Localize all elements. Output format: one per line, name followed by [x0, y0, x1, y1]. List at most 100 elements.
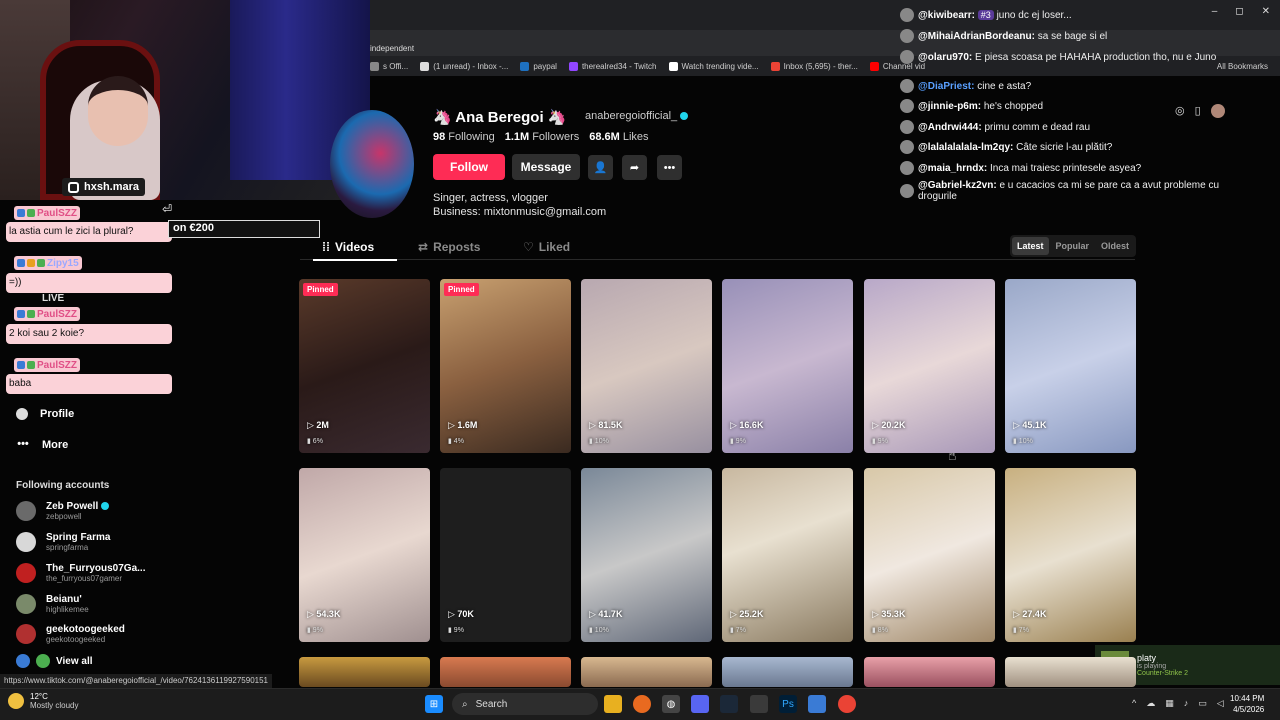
sort-oldest[interactable]: Oldest [1096, 237, 1134, 255]
followers-stat[interactable]: 1.1M Followers [505, 131, 580, 143]
account-handle: springfarma [46, 543, 89, 552]
video-thumbnail[interactable] [722, 657, 853, 687]
add-friend-icon[interactable]: 👤 [588, 155, 613, 180]
view-count: ▷ 70K [448, 609, 474, 619]
view-count: ▷ 45.1K [1013, 420, 1047, 430]
engagement-percent: ▮ 9% [730, 438, 746, 445]
sort-popular[interactable]: Popular [1051, 237, 1095, 255]
file-explorer-icon[interactable] [604, 695, 622, 713]
chat-username: PaulSZZ [14, 206, 81, 220]
chrome-icon[interactable] [838, 695, 856, 713]
video-thumbnail[interactable] [864, 657, 995, 687]
video-thumbnail[interactable] [581, 657, 712, 687]
view-count: ▷ 25.2K [730, 609, 764, 619]
video-thumbnail[interactable] [299, 657, 430, 687]
bookmark-item[interactable]: s Offi... [370, 61, 408, 71]
weather-widget[interactable]: 12°C Mostly cloudy [8, 692, 78, 710]
nav-profile[interactable]: Profile [16, 408, 74, 420]
account-handle: highlikemee [46, 605, 89, 614]
monitor-icon[interactable]: ▭ [1198, 698, 1207, 709]
windows-start-icon[interactable]: ⊞ [425, 695, 443, 713]
chat-avatar [900, 161, 914, 175]
cloud-icon[interactable]: ☁ [1146, 698, 1155, 709]
search-icon: ⌕ [462, 698, 468, 710]
coin-icon[interactable]: ◎ [1175, 104, 1185, 118]
taskbar-search[interactable]: ⌕ Search [452, 693, 598, 715]
profile-username: anaberegoiofficial_ [585, 110, 689, 122]
app-icon[interactable]: ◍ [662, 695, 680, 713]
video-thumbnail[interactable]: ▷ 81.5K ▮ 10% [581, 279, 712, 453]
chat-avatar [900, 99, 914, 113]
following-account[interactable]: Zeb Powell zebpowell [16, 501, 110, 521]
video-thumbnail[interactable]: ▷ 27.4K ▮ 7% [1005, 468, 1136, 642]
avatar [16, 563, 36, 583]
following-stat[interactable]: 98 Following [433, 131, 495, 143]
weather-temp: 12°C [30, 692, 48, 701]
phone-icon[interactable]: ▯ [1195, 104, 1201, 118]
bookmark-item[interactable]: paypal [520, 61, 557, 71]
discord-icon[interactable] [691, 695, 709, 713]
network-icon[interactable]: ▦ [1165, 698, 1174, 709]
instagram-icon [68, 181, 79, 193]
profile-avatar[interactable] [330, 110, 414, 218]
firefox-icon[interactable] [633, 695, 651, 713]
app-icon[interactable] [750, 695, 768, 713]
bookmark-favicon-icon [520, 61, 530, 71]
avatar [16, 594, 36, 614]
grid-icon: ⁞⁞ [322, 240, 330, 254]
steam-user: platy [1137, 653, 1157, 663]
photoshop-icon[interactable]: Ps [779, 695, 797, 713]
tab-reposts[interactable]: ⇄ Reposts [418, 240, 480, 254]
repost-icon: ⇄ [418, 240, 429, 254]
video-thumbnail[interactable]: ▷ 70K ▮ 9% [440, 468, 571, 642]
video-thumbnail[interactable]: ▷ 54.3K ▮ 9% [299, 468, 430, 642]
video-thumbnail[interactable]: ▷ 45.1K ▮ 10% [1005, 279, 1136, 453]
follow-button[interactable]: Follow [433, 154, 505, 180]
system-tray: ^ ☁ ▦ ♪ ▭ ◁ [1132, 698, 1224, 709]
video-thumbnail[interactable] [1005, 657, 1136, 687]
video-thumbnail[interactable]: ▷ 16.6K ▮ 9% [722, 279, 853, 453]
bio-email: Business: mixtonmusic@gmail.com [433, 206, 607, 218]
bookmark-item[interactable]: Watch trending vide... [668, 61, 759, 71]
video-thumbnail[interactable]: ▷ 41.7K ▮ 10% [581, 468, 712, 642]
bookmark-item[interactable]: (1 unread) - Inbox -... [420, 61, 508, 71]
mic-icon[interactable]: ♪ [1184, 698, 1189, 709]
steam-icon[interactable] [720, 695, 738, 713]
pinned-badge: Pinned [303, 283, 338, 296]
engagement-percent: ▮ 10% [589, 627, 609, 634]
chat-message: @Andrwi444: primu comm e dead rau [900, 120, 1090, 134]
video-thumbnail[interactable]: Pinned ▷ 2M ▮ 6% [299, 279, 430, 453]
nav-live-label[interactable]: LIVE [42, 293, 64, 304]
message-button[interactable]: Message [512, 154, 580, 180]
tab-liked[interactable]: ♡ Liked [523, 240, 570, 254]
video-thumbnail[interactable] [440, 657, 571, 687]
following-account[interactable]: The_Furryous07Ga... the_furryous07gamer [16, 563, 145, 583]
avatar [16, 624, 36, 644]
bookmark-item[interactable]: Inbox (5,695) - ther... [770, 61, 858, 71]
more-options-icon[interactable]: ••• [657, 155, 682, 180]
view-count: ▷ 54.3K [307, 609, 341, 619]
following-account[interactable]: Beianu' highlikemee [16, 594, 89, 614]
video-thumbnail[interactable]: Pinned ▷ 1.6M ▮ 4% [440, 279, 571, 453]
bookmark-favicon-icon [370, 61, 379, 71]
bookmark-item[interactable]: therealred34 - Twitch [568, 61, 657, 71]
sort-latest[interactable]: Latest [1012, 237, 1049, 255]
chevron-up-icon[interactable]: ^ [1132, 698, 1136, 709]
app-icon[interactable] [808, 695, 826, 713]
engagement-percent: ▮ 9% [307, 627, 323, 634]
view-count: ▷ 27.4K [1013, 609, 1047, 619]
following-account[interactable]: geekotoogeeked geekotoogeeked [16, 624, 125, 644]
nav-more[interactable]: ••• More [16, 438, 68, 452]
engagement-percent: ▮ 10% [589, 438, 609, 445]
taskbar-clock[interactable]: 10:44 PM 4/5/2026 [1230, 693, 1264, 715]
view-all-link[interactable]: View all [16, 654, 93, 668]
share-arrow-icon[interactable]: ➦ [622, 155, 647, 180]
video-thumbnail[interactable]: ▷ 35.3K ▮ 8% [864, 468, 995, 642]
user-avatar-icon[interactable] [1210, 104, 1225, 118]
video-thumbnail[interactable]: ▷ 25.2K ▮ 7% [722, 468, 853, 642]
speaker-icon[interactable]: ◁ [1217, 698, 1224, 709]
likes-stat: 68.6M Likes [589, 131, 649, 143]
tab-videos[interactable]: ⁞⁞ Videos [322, 240, 374, 254]
video-thumbnail[interactable]: ▷ 20.2K ▮ 9% [864, 279, 995, 453]
following-account[interactable]: Spring Farma springfarma [16, 532, 110, 552]
